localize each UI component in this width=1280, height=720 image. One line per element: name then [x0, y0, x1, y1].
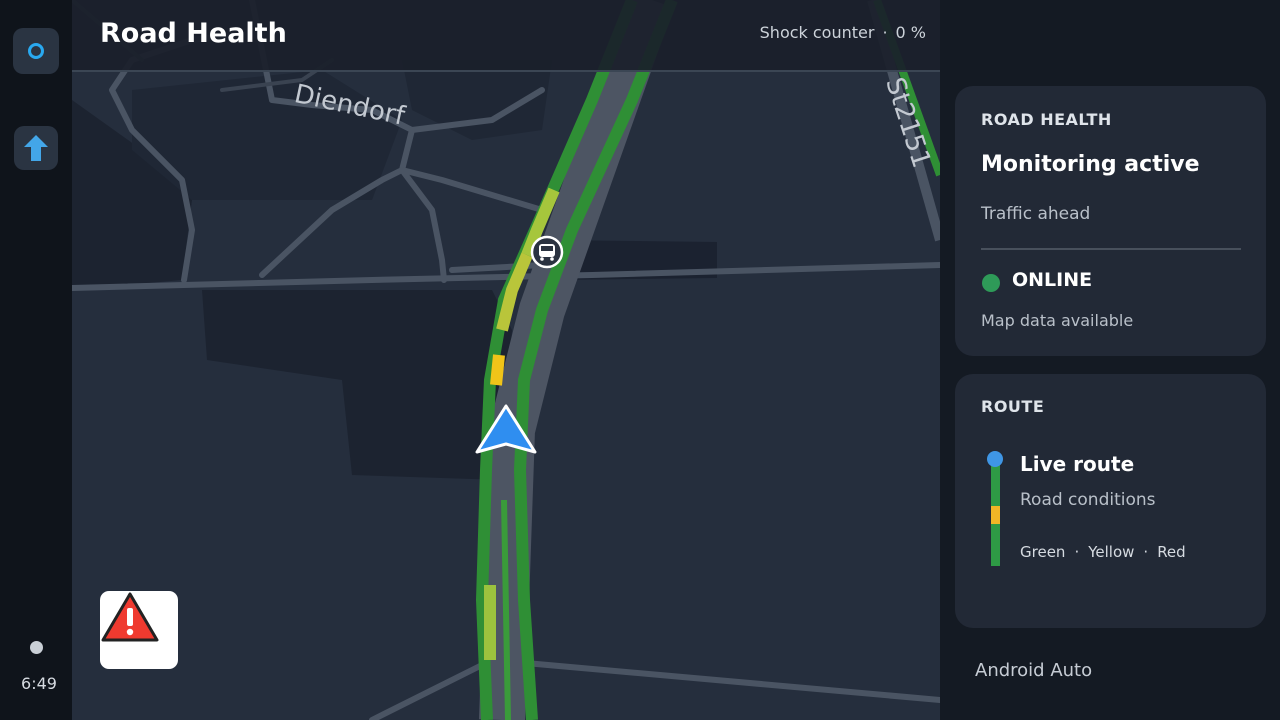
- shock-counter: Shock counter · 0 %: [760, 23, 926, 42]
- navigation-button[interactable]: [14, 126, 58, 170]
- bus-stop-icon: [530, 235, 564, 269]
- road-health-card: ROAD HEALTH Monitoring active Traffic ah…: [955, 86, 1266, 356]
- legend-yellow: Yellow: [1088, 543, 1135, 561]
- shock-counter-value: 0 %: [895, 23, 926, 42]
- route-condition-bar: [991, 464, 1000, 566]
- condition-legend: Green · Yellow · Red: [1020, 543, 1186, 561]
- report-hazard-button[interactable]: [100, 591, 178, 669]
- separator: ·: [882, 23, 888, 42]
- card-label: ROAD HEALTH: [981, 110, 1112, 129]
- map-canvas: Diendorf St2151: [72, 0, 940, 720]
- legend-green: Green: [1020, 543, 1066, 561]
- status-dot: [30, 641, 43, 654]
- arrow-up-icon: [24, 135, 48, 161]
- shock-counter-label: Shock counter: [759, 23, 875, 42]
- map-header: Road Health Shock counter · 0 %: [72, 0, 940, 72]
- circle-icon: [28, 43, 44, 59]
- separator: ·: [1074, 543, 1080, 561]
- map-view[interactable]: Diendorf St2151 Road Health Shock counte…: [72, 0, 940, 720]
- yellow-segment: [991, 506, 1000, 524]
- route-title: Live route: [1020, 452, 1135, 476]
- route-subtitle: Road conditions: [1020, 490, 1156, 510]
- separator: ·: [1143, 543, 1149, 561]
- traffic-subtitle: Traffic ahead: [981, 204, 1091, 224]
- road-label: St2151: [879, 74, 936, 172]
- warning-triangle-icon: [101, 592, 159, 642]
- legend-red: Red: [1157, 543, 1186, 561]
- connection-status: ONLINE: [1012, 269, 1093, 291]
- page-title: Road Health: [100, 18, 287, 49]
- online-status-dot: [982, 274, 1000, 292]
- app-name: Android Auto: [975, 660, 1093, 681]
- monitoring-status: Monitoring active: [981, 152, 1200, 177]
- side-rail: 6:49: [0, 0, 72, 720]
- divider: [981, 248, 1241, 250]
- route-start-dot: [987, 451, 1003, 467]
- card-label: ROUTE: [981, 397, 1045, 416]
- clock: 6:49: [21, 674, 57, 693]
- map-data-status: Map data available: [981, 311, 1134, 330]
- launcher-button[interactable]: [13, 28, 59, 74]
- route-card: ROUTE Live route Road conditions Green · Y…: [955, 374, 1266, 628]
